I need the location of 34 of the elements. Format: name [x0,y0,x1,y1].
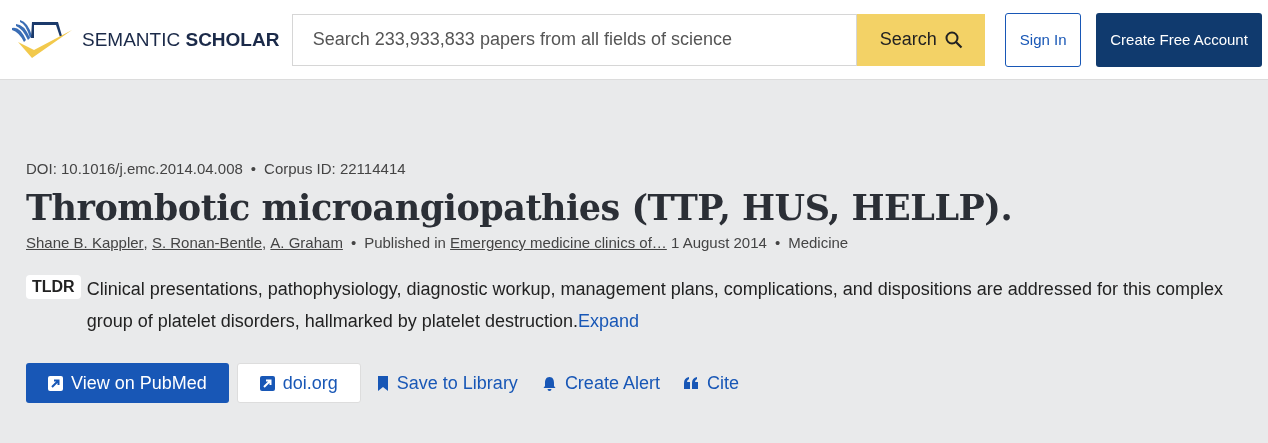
author-link[interactable]: S. Ronan-Bentle [151,234,262,251]
view-on-pubmed-button[interactable]: View on PubMed [26,363,229,403]
create-alert-button[interactable]: Create Alert [533,363,668,403]
search-icon [944,30,963,49]
create-account-button[interactable]: Create Free Account [1096,12,1262,67]
separator-dot: • [250,160,257,177]
author-link[interactable]: Shane B. Kappler [26,234,144,251]
search-button[interactable]: Search [857,13,986,66]
author-link[interactable]: A. Graham [270,234,343,251]
tldr-summary: Clinical presentations, pathophysiology, diagnostic workup, management plans, complications, and dispositions are addressed for this complex group of platelet disorders, hallmarked by platelet destruction.Expand [86,278,1224,333]
bookmark-icon [376,375,389,391]
separator-dot: • [350,234,357,251]
logo-text[interactable]: SEMANTIC SCHOLAR [82,28,280,51]
search-field[interactable]: Search 233,933,833 papers from all fields of science [291,13,858,66]
tldr-badge: TLDR [26,275,81,299]
bell-icon [541,375,557,391]
comma: , [143,234,149,251]
save-to-library-button[interactable]: Save to Library [368,363,526,403]
doi-button[interactable]: doi.org [236,363,361,403]
comma: , [262,234,268,251]
corpus-id: Corpus ID: 22114414 [264,160,406,177]
separator-dot: • [774,234,781,251]
quote-icon [683,377,699,389]
publication-date: 1 August 2014 [669,234,767,251]
sign-in-button[interactable]: Sign In [1005,12,1082,67]
external-link-icon [259,375,275,391]
cite-button[interactable]: Cite [675,363,747,403]
doi-text: DOI: 10.1016/j.emc.2014.04.008 [26,160,243,177]
external-link-icon [48,375,63,391]
expand-link[interactable]: Expand [577,311,639,331]
paper-title: Thrombotic microangiopathies (TTP, HUS, HELLP). [26,187,1014,228]
published-in-label: Published in [364,234,447,251]
field-of-study: Medicine [788,234,849,251]
venue-link[interactable]: Emergency medicine clinics of… [450,234,667,251]
